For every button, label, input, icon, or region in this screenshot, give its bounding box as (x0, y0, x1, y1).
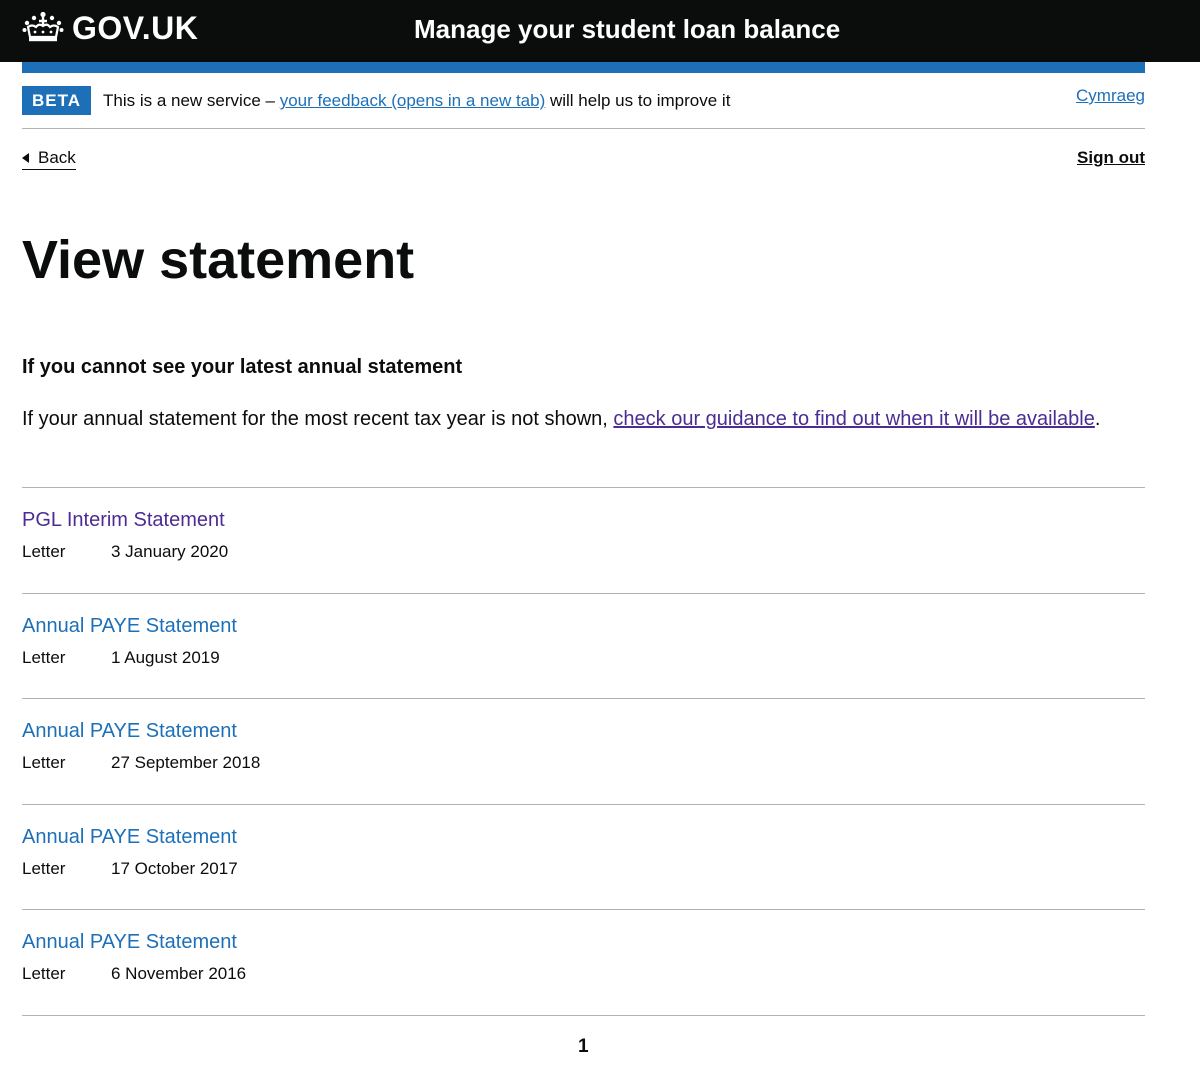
statement-type: Letter (22, 647, 66, 667)
sign-out-link[interactable]: Sign out (1077, 146, 1145, 169)
guidance-link[interactable]: check our guidance to find out when it w… (613, 408, 1094, 430)
pagination: 1 (578, 1035, 589, 1059)
statement-link[interactable]: Annual PAYE Statement (22, 929, 237, 955)
service-name-link[interactable]: Manage your student loan balance (414, 12, 840, 46)
beta-tag: BETA (22, 86, 92, 115)
body-text-before: If your annual statement for the most re… (22, 408, 614, 430)
statement-type: Letter (22, 964, 66, 983)
statement-type: Letter (22, 542, 66, 561)
phase-banner-text: This is a new service – your feedback (o… (103, 90, 730, 112)
statement-link[interactable]: Annual PAYE Statement (22, 718, 237, 744)
statement-item: PGL Interim Statement Letter 3 January 2… (22, 488, 1145, 594)
statement-date: 6 November 2016 (111, 964, 247, 983)
statement-date: 17 October 2017 (111, 858, 238, 878)
crown-icon (22, 11, 64, 42)
logo-text: GOV.UK (72, 10, 199, 46)
govuk-logo-link[interactable]: GOV.UK (22, 10, 198, 46)
statement-type: Letter (22, 753, 66, 772)
missing-statement-heading: If you cannot see your latest annual sta… (22, 356, 463, 378)
back-label: Back (38, 148, 76, 167)
back-link[interactable]: Back (22, 146, 76, 170)
chevron-left-icon (22, 153, 29, 163)
statement-item: Annual PAYE Statement Letter 6 November … (22, 910, 1145, 1016)
phase-banner: BETA This is a new service – your feedba… (22, 73, 1145, 129)
statement-date: 27 September 2018 (111, 753, 261, 772)
header-blue-bar (22, 62, 1145, 73)
missing-statement-text: If your annual statement for the most re… (22, 405, 1122, 434)
statement-list: PGL Interim Statement Letter 3 January 2… (22, 487, 1145, 1016)
statement-link[interactable]: Annual PAYE Statement (22, 613, 237, 639)
statement-item: Annual PAYE Statement Letter 27 Septembe… (22, 699, 1145, 805)
language-toggle-link[interactable]: Cymraeg (1076, 86, 1145, 106)
pagination-current-page: 1 (578, 1036, 589, 1057)
statement-date: 3 January 2020 (111, 542, 229, 561)
statement-item: Annual PAYE Statement Letter 1 August 20… (22, 594, 1145, 699)
body-text-after: . (1094, 408, 1101, 430)
statement-link[interactable]: PGL Interim Statement (22, 507, 225, 533)
statement-link[interactable]: Annual PAYE Statement (22, 824, 237, 850)
feedback-link[interactable]: your feedback (opens in a new tab) (280, 91, 546, 110)
phase-text-before: This is a new service – (103, 91, 280, 110)
statement-item: Annual PAYE Statement Letter 17 October … (22, 805, 1145, 910)
site-header: GOV.UK Manage your student loan balance (0, 0, 1200, 62)
phase-text-after: will help us to improve it (545, 91, 731, 110)
statement-date: 1 August 2019 (111, 647, 220, 667)
statement-type: Letter (22, 858, 66, 878)
page-title: View statement (22, 230, 415, 290)
